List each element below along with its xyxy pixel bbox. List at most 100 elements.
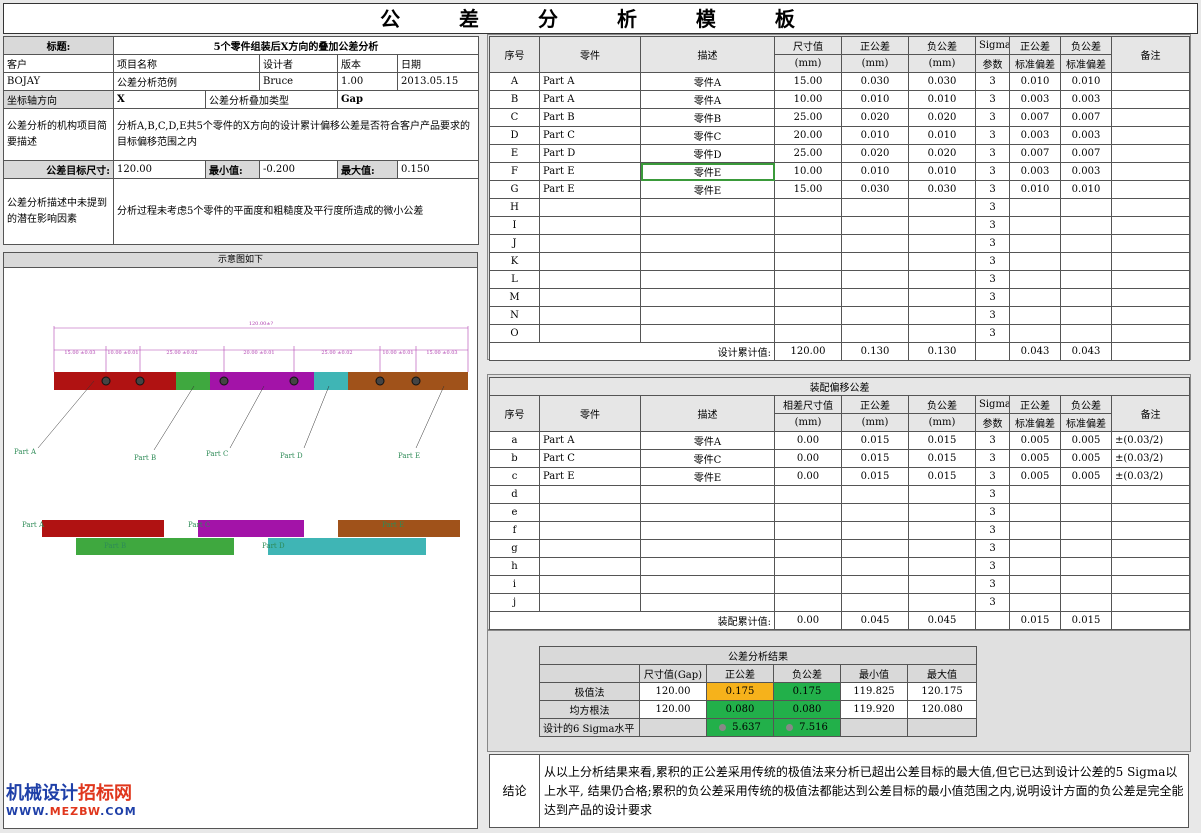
cell-no[interactable]: B [489, 90, 540, 109]
cell-neg-sd[interactable]: 0.007 [1060, 108, 1112, 127]
cell-pos-sd[interactable]: 0.005 [1009, 467, 1061, 486]
cell-sigma[interactable]: 3 [975, 449, 1010, 468]
rss-size[interactable]: 120.00 [639, 700, 707, 719]
cell-remark[interactable]: ±(0.03/2) [1110, 467, 1191, 486]
cell-size[interactable]: 15.00 [774, 180, 842, 199]
cell-size[interactable]: 0.00 [774, 449, 842, 468]
cell-neg-sd[interactable] [1060, 270, 1112, 289]
cell-no[interactable]: K [489, 252, 540, 271]
cell-neg-sd[interactable]: 0.003 [1060, 162, 1112, 181]
cell-pos[interactable] [841, 503, 909, 522]
cell-pos[interactable]: 0.010 [841, 126, 909, 145]
cell-pos-sd[interactable] [1009, 575, 1061, 594]
cell-pos[interactable]: 0.020 [841, 144, 909, 163]
design-total-pos[interactable]: 0.130 [841, 342, 909, 361]
cell-size[interactable] [774, 324, 842, 343]
cell-neg-sd[interactable] [1060, 521, 1112, 540]
cell-remark[interactable] [1111, 306, 1190, 325]
cell-pos[interactable] [841, 593, 909, 612]
cell-neg-sd[interactable]: 0.007 [1060, 144, 1112, 163]
cell-pos[interactable] [841, 234, 909, 253]
cell-sigma[interactable]: 3 [975, 324, 1010, 343]
stack-type-value[interactable]: Gap [337, 90, 479, 109]
cell-pos-sd[interactable] [1009, 252, 1061, 271]
cell-part[interactable] [539, 252, 641, 271]
cell-neg[interactable] [908, 593, 976, 612]
cell-desc[interactable] [640, 270, 775, 289]
cell-desc[interactable]: 零件E [640, 180, 775, 199]
design-total-neg-sd[interactable]: 0.043 [1060, 342, 1112, 361]
cell-pos[interactable] [841, 306, 909, 325]
cell-sigma[interactable]: 3 [975, 90, 1010, 109]
cell-remark[interactable] [1111, 216, 1190, 235]
cell-no[interactable]: I [489, 216, 540, 235]
cell-neg[interactable]: 0.020 [908, 144, 976, 163]
cell-sigma[interactable]: 3 [975, 252, 1010, 271]
cell-size[interactable] [774, 216, 842, 235]
cell-size[interactable]: 25.00 [774, 144, 842, 163]
cell-no[interactable]: H [489, 198, 540, 217]
cell-size[interactable]: 0.00 [774, 467, 842, 486]
cell-remark[interactable] [1111, 324, 1190, 343]
cell-desc[interactable] [640, 557, 775, 576]
cell-sigma[interactable]: 3 [975, 539, 1010, 558]
cell-neg[interactable] [908, 485, 976, 504]
cell-pos[interactable] [841, 288, 909, 307]
cell-sigma[interactable]: 3 [975, 144, 1010, 163]
cell-sigma[interactable]: 3 [975, 288, 1010, 307]
cell-neg[interactable] [908, 198, 976, 217]
sigma-level-pos[interactable]: 5.637 [706, 718, 774, 737]
cell-desc[interactable]: 零件E [640, 162, 775, 181]
cell-pos-sd[interactable]: 0.003 [1009, 162, 1061, 181]
cell-sigma[interactable]: 3 [975, 431, 1010, 450]
cell-neg[interactable] [908, 503, 976, 522]
cell-no[interactable]: a [489, 431, 540, 450]
cell-pos[interactable] [841, 198, 909, 217]
cell-part[interactable]: Part A [539, 72, 641, 91]
designer-value[interactable]: Bruce [259, 72, 338, 91]
cell-pos-sd[interactable] [1009, 485, 1061, 504]
rss-neg[interactable]: 0.080 [773, 700, 841, 719]
cell-sigma[interactable]: 3 [975, 557, 1010, 576]
cell-no[interactable]: M [489, 288, 540, 307]
cell-pos-sd[interactable] [1009, 503, 1061, 522]
cell-no[interactable]: D [489, 126, 540, 145]
cell-sigma[interactable]: 3 [975, 521, 1010, 540]
cell-pos[interactable]: 0.015 [841, 449, 909, 468]
cell-size[interactable] [774, 503, 842, 522]
rss-max[interactable]: 120.080 [906, 700, 978, 719]
cell-remark[interactable] [1111, 108, 1190, 127]
cell-neg[interactable]: 0.030 [908, 180, 976, 199]
cell-pos-sd[interactable]: 0.005 [1009, 431, 1061, 450]
cell-no[interactable]: G [489, 180, 540, 199]
cell-remark[interactable] [1110, 503, 1191, 522]
cell-pos-sd[interactable]: 0.007 [1009, 108, 1061, 127]
cell-neg[interactable] [908, 575, 976, 594]
cell-desc[interactable]: 零件C [640, 449, 775, 468]
cell-pos[interactable] [841, 575, 909, 594]
cell-desc[interactable] [640, 198, 775, 217]
worst-case-pos[interactable]: 0.175 [706, 682, 774, 701]
cell-size[interactable] [774, 234, 842, 253]
cell-neg[interactable]: 0.010 [908, 162, 976, 181]
cell-pos[interactable]: 0.015 [841, 431, 909, 450]
cell-pos-sd[interactable] [1009, 216, 1061, 235]
cell-neg[interactable]: 0.020 [908, 108, 976, 127]
cell-no[interactable]: L [489, 270, 540, 289]
cell-pos[interactable]: 0.030 [841, 72, 909, 91]
cell-pos-sd[interactable]: 0.010 [1009, 72, 1061, 91]
cell-neg-sd[interactable] [1060, 198, 1112, 217]
cell-pos[interactable] [841, 324, 909, 343]
cell-neg[interactable]: 0.015 [908, 431, 976, 450]
cell-desc[interactable]: 零件A [640, 72, 775, 91]
cell-part[interactable] [539, 539, 641, 558]
cell-pos-sd[interactable] [1009, 306, 1061, 325]
cell-sigma[interactable]: 3 [975, 270, 1010, 289]
cell-size[interactable]: 15.00 [774, 72, 842, 91]
cell-part[interactable] [539, 270, 641, 289]
cell-part[interactable]: Part A [539, 90, 641, 109]
cell-neg-sd[interactable] [1060, 539, 1112, 558]
factors-value[interactable]: 分析过程未考虑5个零件的平面度和粗糙度及平行度所造成的微小公差 [113, 178, 479, 245]
cell-remark[interactable] [1111, 144, 1190, 163]
cell-remark[interactable]: ±(0.03/2) [1110, 431, 1191, 450]
